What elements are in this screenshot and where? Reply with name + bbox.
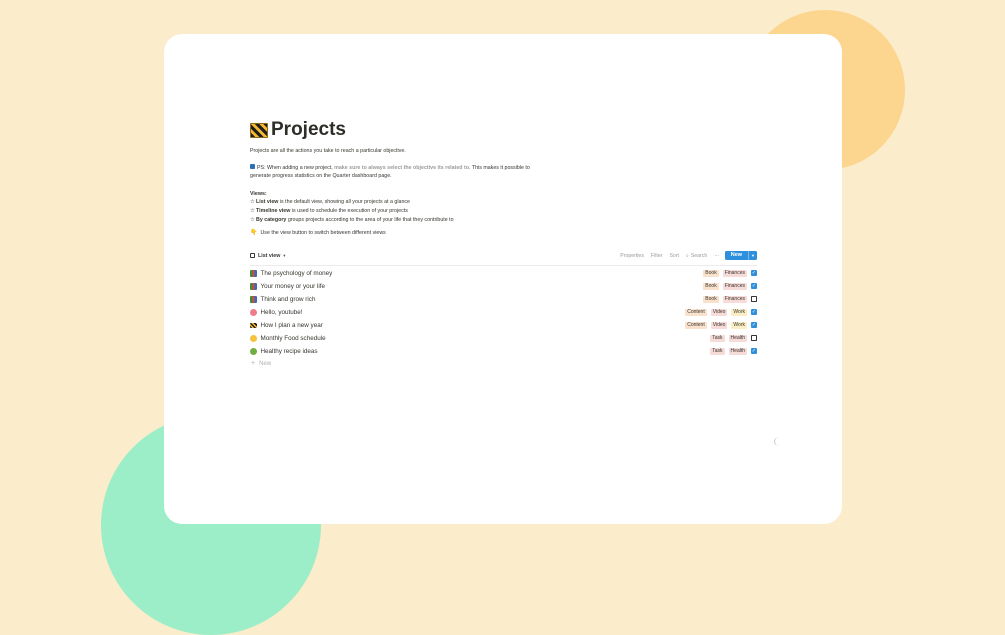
star-icon: ☆ [250,199,256,206]
project-list: The psychology of money Book Finances ✓ Your… [250,267,757,358]
table-row[interactable]: The psychology of money Book Finances ✓ [250,267,757,280]
view-description: ☆List view is the default view, showing … [250,199,411,206]
tag-badge[interactable]: Finances [722,269,747,277]
books-icon [250,269,257,277]
done-checkbox[interactable] [751,296,757,303]
row-tags: Book Finances [699,295,747,303]
done-checkbox[interactable]: ✓ [751,309,757,316]
tag-badge[interactable]: Book [703,295,719,303]
table-row[interactable]: How I plan a new year Content Video Work ✓ [250,319,757,332]
tag-badge[interactable]: Task [710,347,725,355]
done-checkbox[interactable]: ✓ [751,348,757,355]
books-icon [250,282,257,290]
done-checkbox[interactable] [751,335,757,342]
row-title[interactable]: Hello, youtube! [261,309,303,316]
list-view-icon [250,253,255,259]
search-icon[interactable]: ⌕ [686,253,689,259]
search-button[interactable]: Search [691,253,707,259]
view-hint: 👇 Use the view button to switch between d… [250,230,386,237]
page-header: Projects [250,118,757,142]
row-tags: Task Health [706,347,747,355]
row-title[interactable]: Healthy recipe ideas [261,348,318,355]
star-icon: ☆ [250,207,256,214]
database-toolbar: List view ▼ Properties Filter Sort ⌕ Sea… [250,251,757,266]
row-title[interactable]: How I plan a new year [261,322,323,329]
properties-button[interactable]: Properties [620,253,644,259]
tag-badge[interactable]: Work [731,308,747,316]
construction-icon [250,322,257,328]
row-tags: Task Health [706,334,747,342]
table-row[interactable]: Your money or your life Book Finances ✓ [250,280,757,293]
smile-icon [250,334,257,342]
tag-badge[interactable]: Finances [722,282,747,290]
salad-icon [250,347,257,355]
table-row[interactable]: Hello, youtube! Content Video Work ✓ [250,306,757,319]
row-title[interactable]: Your money or your life [261,283,326,290]
view-switcher-button[interactable]: List view ▼ [250,253,286,259]
star-icon: ☆ [250,216,256,223]
row-tags: Content Video Work [681,308,747,316]
page-content: Projects Projects are all the actions yo… [250,116,757,370]
tag-badge[interactable]: Video [710,321,728,329]
view-description: ☆By category groups projects according t… [250,216,454,223]
row-tags: Book Finances [699,269,747,277]
row-title[interactable]: The psychology of money [261,270,333,277]
construction-icon[interactable] [250,122,268,138]
tag-badge[interactable]: Book [703,269,719,277]
loading-spinner-icon [774,437,784,446]
views-label: Views: [250,190,267,197]
new-options-chevron-icon[interactable]: ▼ [748,251,757,261]
tag-badge[interactable]: Health [728,347,747,355]
ps-note: PS: When adding a new project, make sure… [250,164,530,180]
tag-badge[interactable]: Task [710,334,725,342]
tag-badge[interactable]: Video [710,308,728,316]
tag-badge[interactable]: Book [703,282,719,290]
table-row[interactable]: Monthly Food schedule Task Health [250,332,757,345]
add-new-row-button[interactable]: + New [250,358,757,370]
pointing-down-icon: 👇 [250,230,258,237]
tag-badge[interactable]: Health [728,334,747,342]
row-title[interactable]: Think and grow rich [261,296,316,303]
chevron-down-icon: ▼ [282,253,287,259]
more-options-button[interactable]: ··· [714,253,719,259]
plus-icon: + [251,360,256,368]
row-title[interactable]: Monthly Food schedule [261,335,326,342]
tag-badge[interactable]: Work [731,321,747,329]
view-description: ☆Timeline view is used to schedule the e… [250,207,408,214]
page-title[interactable]: Projects [271,119,346,141]
intro-text: Projects are all the actions you take to… [250,148,406,154]
tag-badge[interactable]: Content [685,321,707,329]
row-tags: Book Finances [699,282,747,290]
sort-button[interactable]: Sort [669,253,679,259]
tag-badge[interactable]: Content [685,308,707,316]
done-checkbox[interactable]: ✓ [751,270,757,277]
row-tags: Content Video Work [681,321,747,329]
heart-icon [250,308,257,316]
tag-badge[interactable]: Finances [722,295,747,303]
books-icon [250,295,257,303]
table-row[interactable]: Think and grow rich Book Finances [250,293,757,306]
filter-button[interactable]: Filter [651,253,663,259]
views-list: ☆List view is the default view, showing … [250,198,757,224]
info-icon [250,164,255,170]
table-row[interactable]: Healthy recipe ideas Task Health ✓ [250,345,757,358]
new-button[interactable]: New [724,251,749,261]
done-checkbox[interactable]: ✓ [751,283,757,290]
done-checkbox[interactable]: ✓ [751,322,757,329]
